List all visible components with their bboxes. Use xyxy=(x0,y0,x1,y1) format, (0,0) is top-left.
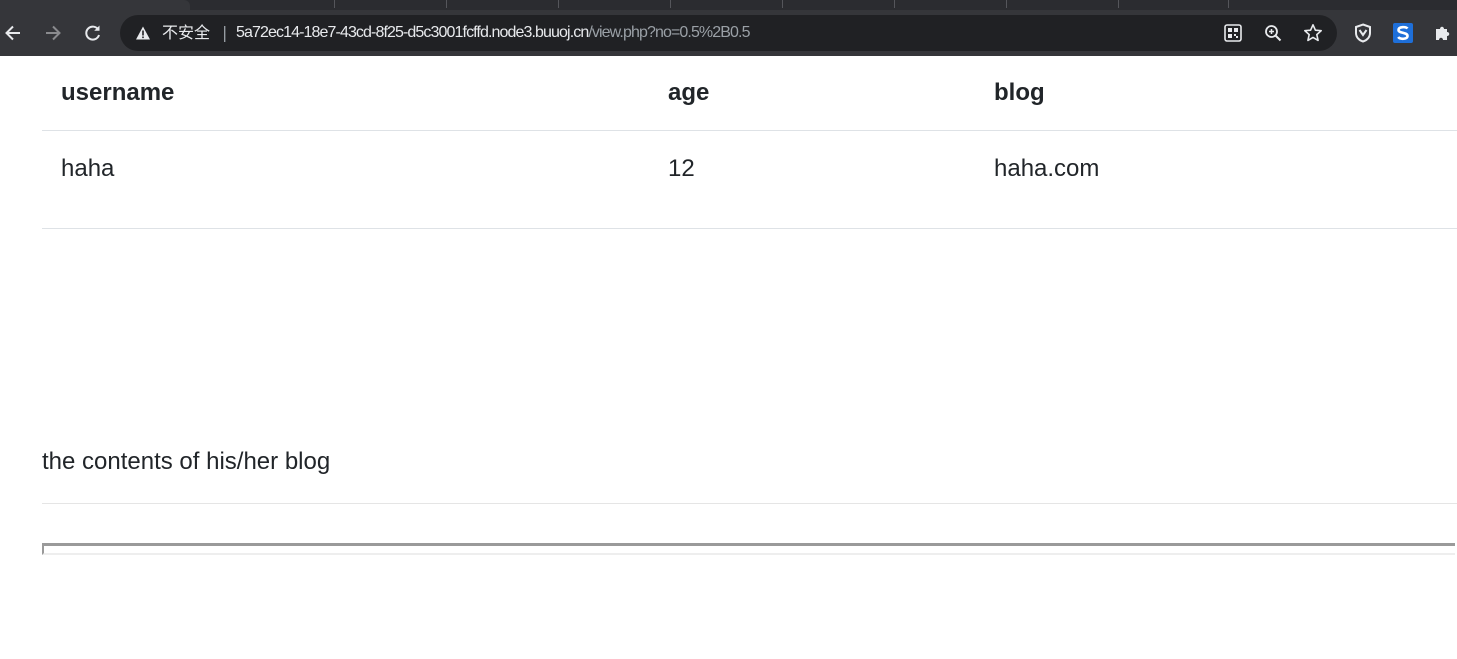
tab-separator xyxy=(1118,0,1119,8)
user-table: username age blog haha 12 haha.com xyxy=(42,56,1457,229)
s-extension-icon[interactable] xyxy=(1392,22,1414,44)
zoom-icon[interactable] xyxy=(1263,23,1283,43)
browser-toolbar: 不安全 | 5a72ec14-18e7-43cd-8f25-d5c3001fcf… xyxy=(0,10,1457,56)
puzzle-icon[interactable] xyxy=(1432,22,1454,44)
cell-blog: haha.com xyxy=(975,130,1457,229)
tab-separator xyxy=(1006,0,1007,8)
table-header-row: username age blog xyxy=(42,56,1457,131)
tab-separator xyxy=(782,0,783,8)
url-host: 5a72ec14-18e7-43cd-8f25-d5c3001fcffd.nod… xyxy=(236,24,589,41)
warning-triangle-icon[interactable] xyxy=(135,25,151,45)
cell-age: 12 xyxy=(649,130,975,229)
shield-extension-icon[interactable] xyxy=(1352,22,1374,44)
tab-separator xyxy=(894,0,895,8)
star-icon[interactable] xyxy=(1303,23,1323,43)
security-label[interactable]: 不安全 xyxy=(162,23,210,43)
url-path: /view.php?no=0.5%2B0.5 xyxy=(588,24,750,41)
forward-button[interactable] xyxy=(40,20,66,46)
tab-separator xyxy=(1228,0,1229,8)
active-tab[interactable] xyxy=(0,0,190,10)
back-arrow-icon xyxy=(5,25,20,41)
tab-strip xyxy=(0,0,1457,10)
forward-arrow-icon xyxy=(46,25,61,41)
tab-separator xyxy=(446,0,447,8)
divider xyxy=(42,503,1457,504)
page-content: username age blog haha 12 haha.com the c… xyxy=(0,56,1457,659)
table-row: haha 12 haha.com xyxy=(42,130,1457,229)
qr-code-icon[interactable] xyxy=(1223,23,1243,43)
reload-button[interactable] xyxy=(80,20,106,46)
tab-separator xyxy=(334,0,335,8)
header-age: age xyxy=(649,56,975,131)
tab-separator xyxy=(558,0,559,8)
tab-separator xyxy=(670,0,671,8)
header-username: username xyxy=(42,56,649,131)
reload-icon xyxy=(85,25,100,41)
cell-username: haha xyxy=(42,130,649,229)
back-button[interactable] xyxy=(0,20,26,46)
blog-contents-heading: the contents of his/her blog xyxy=(42,448,331,475)
address-bar[interactable]: 不安全 | 5a72ec14-18e7-43cd-8f25-d5c3001fcf… xyxy=(120,15,1337,51)
blog-iframe[interactable] xyxy=(42,543,1455,555)
url-text[interactable]: 5a72ec14-18e7-43cd-8f25-d5c3001fcffd.nod… xyxy=(236,23,750,43)
header-blog: blog xyxy=(975,56,1457,131)
address-separator: | xyxy=(222,23,228,42)
